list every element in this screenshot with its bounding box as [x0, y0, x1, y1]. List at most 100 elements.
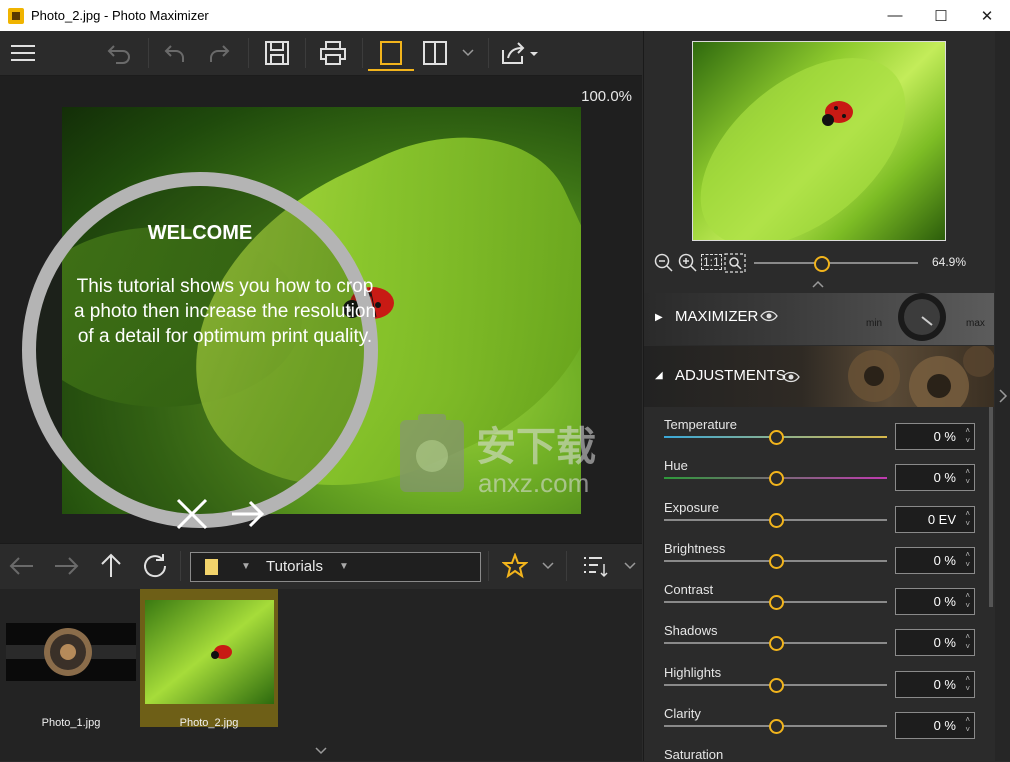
adjustment-shadows: Shadows 0 % ˄ ˅: [644, 623, 989, 664]
thumbnail-item-selected[interactable]: Photo_2.jpg: [140, 589, 278, 729]
adjustments-scrollbar[interactable]: [989, 407, 993, 607]
split-view-icon[interactable]: [420, 37, 450, 69]
thumbnail-strip: Photo_1.jpg Photo_2.jpg: [0, 589, 642, 761]
value-input[interactable]: 0 % ˄ ˅: [895, 712, 975, 739]
close-button[interactable]: ✕: [964, 0, 1010, 31]
maximizer-knob[interactable]: [892, 293, 952, 345]
slider-knob[interactable]: [769, 471, 784, 486]
adjustment-label: Exposure: [664, 500, 719, 515]
folder-dropdown[interactable]: ▼ Tutorials ▼: [190, 552, 481, 582]
spinner-icon: ˄ ˅: [965, 550, 970, 569]
actual-size-icon[interactable]: 1:1: [701, 254, 722, 270]
chevron-down-icon: ▼: [241, 561, 251, 572]
slider-knob[interactable]: [769, 513, 784, 528]
next-step-icon[interactable]: [228, 494, 268, 534]
thumbnail-item[interactable]: Photo_1.jpg: [2, 589, 140, 729]
thumbnail-caption: Photo_1.jpg: [41, 717, 101, 729]
knob-max-label: max: [966, 318, 985, 329]
adjustment-temperature: Temperature 0 % ˄ ˅: [644, 417, 989, 458]
adjustment-label: Temperature: [664, 417, 737, 432]
collapse-triangle-icon: ◢: [655, 370, 663, 381]
navigator-zoom-value: 64.9%: [932, 255, 967, 269]
adjustments-list: Temperature 0 % ˄ ˅ Hue 0 % ˄ ˅ Exposure 0 E…: [644, 407, 989, 762]
sort-icon[interactable]: [580, 550, 610, 582]
svg-text:安下载: 安下载: [476, 424, 596, 470]
window-title: Photo_2.jpg - Photo Maximizer: [31, 8, 209, 23]
image-viewer[interactable]: 100.0% WELCOME This tutorial shows you h…: [0, 76, 642, 543]
spinner-icon: ˄ ˅: [965, 715, 970, 734]
navigator-zoom-knob[interactable]: [814, 256, 830, 272]
minimize-button[interactable]: —: [872, 0, 918, 31]
adjustment-label: Brightness: [664, 541, 726, 556]
adjustments-section-header[interactable]: ◢ ADJUSTMENTS: [644, 346, 994, 407]
adjustment-label: Shadows: [664, 623, 718, 638]
watermark-logo: 安下载 anxz.com: [400, 414, 596, 496]
eye-icon[interactable]: [782, 370, 800, 384]
zoom-out-icon[interactable]: [654, 253, 674, 273]
adjustment-contrast: Contrast 0 % ˄ ˅: [644, 582, 989, 623]
spinner-icon: ˄ ˅: [965, 426, 970, 445]
adjustment-label: Highlights: [664, 665, 722, 680]
slider-knob[interactable]: [769, 595, 784, 610]
chevron-down-icon: ▼: [339, 561, 349, 572]
print-icon[interactable]: [318, 37, 348, 69]
maximize-button[interactable]: ☐: [918, 0, 964, 31]
panel-collapse-strip[interactable]: [995, 31, 1010, 761]
navigator-preview[interactable]: [692, 41, 946, 241]
zoom-level: 100.0%: [581, 88, 632, 105]
undo-all-icon[interactable]: [104, 37, 134, 69]
redo-icon[interactable]: [204, 37, 234, 69]
adjustment-exposure: Exposure 0 EV ˄ ˅: [644, 500, 989, 541]
tutorial-heading: WELCOME: [147, 222, 253, 244]
fit-screen-icon[interactable]: [724, 253, 746, 273]
adjustment-label: Hue: [664, 458, 688, 473]
slider-knob[interactable]: [769, 678, 784, 693]
refresh-icon[interactable]: [140, 550, 170, 582]
slider-knob[interactable]: [769, 554, 784, 569]
up-arrow-icon[interactable]: [96, 550, 126, 582]
value-input[interactable]: 0 % ˄ ˅: [895, 588, 975, 615]
spinner-icon: ˄ ˅: [965, 591, 970, 610]
menu-icon[interactable]: [8, 37, 38, 69]
value-input[interactable]: 0 % ˄ ˅: [895, 629, 975, 656]
eye-icon[interactable]: [760, 309, 778, 323]
maximizer-section-header[interactable]: ▶ MAXIMIZER min max: [644, 293, 994, 345]
slider-knob[interactable]: [769, 430, 784, 445]
navigator-zoom-slider[interactable]: [754, 262, 918, 264]
value-input[interactable]: 0 % ˄ ˅: [895, 547, 975, 574]
chevron-right-icon[interactable]: [998, 389, 1008, 403]
value-input[interactable]: 0 EV ˄ ˅: [895, 506, 975, 533]
gears-decoration: [848, 346, 994, 407]
adjustment-brightness: Brightness 0 % ˄ ˅: [644, 541, 989, 582]
browser-navbar: ▼ Tutorials ▼: [0, 543, 642, 591]
tutorial-body: This tutorial shows you how to crop a ph…: [73, 276, 377, 347]
value-input[interactable]: 0 % ˄ ˅: [895, 671, 975, 698]
ladybug-thumbnail-image: [145, 600, 274, 704]
chevron-down-icon[interactable]: [315, 746, 327, 756]
slider-knob[interactable]: [769, 636, 784, 651]
spinner-icon: ˄ ˅: [965, 509, 970, 528]
adjustment-label: Contrast: [664, 582, 714, 597]
single-view-icon[interactable]: [368, 37, 414, 71]
slider-knob[interactable]: [769, 719, 784, 734]
chevron-up-icon[interactable]: [812, 280, 824, 288]
expand-triangle-icon: ▶: [655, 312, 663, 323]
folder-label: Tutorials: [266, 558, 323, 575]
zoom-in-icon[interactable]: [678, 253, 698, 273]
adjustment-hue: Hue 0 % ˄ ˅: [644, 458, 989, 499]
share-icon[interactable]: [498, 37, 542, 69]
star-filter-icon[interactable]: [500, 550, 530, 582]
undo-icon[interactable]: [160, 37, 190, 69]
main-toolbar: [0, 31, 642, 76]
back-arrow-icon[interactable]: [6, 550, 38, 582]
app-icon: [8, 8, 24, 24]
chevron-down-icon[interactable]: [620, 550, 640, 582]
chevron-down-icon[interactable]: [458, 37, 478, 69]
chevron-down-icon[interactable]: [538, 550, 558, 582]
adjustment-label: Saturation: [664, 747, 724, 762]
value-input[interactable]: 0 % ˄ ˅: [895, 423, 975, 450]
value-input[interactable]: 0 % ˄ ˅: [895, 464, 975, 491]
save-icon[interactable]: [262, 37, 292, 69]
close-tutorial-icon[interactable]: [172, 494, 212, 534]
forward-arrow-icon[interactable]: [50, 550, 82, 582]
